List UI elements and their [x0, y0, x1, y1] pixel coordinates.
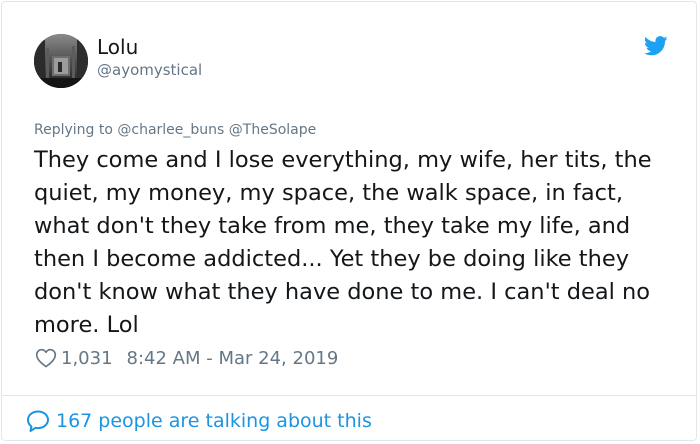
conversation-label[interactable]: 167 people are talking about this	[56, 410, 372, 432]
mention-link[interactable]: @charlee_buns	[117, 122, 224, 138]
twitter-bird-icon[interactable]	[644, 36, 668, 56]
tweet-meta: 1,031 8:42 AM - Mar 24, 2019	[35, 345, 338, 371]
tweet-card: Lolu @ayomystical Replying to @charlee_b…	[1, 1, 697, 441]
heart-icon[interactable]	[35, 348, 57, 368]
speech-bubble-icon	[27, 410, 49, 432]
divider	[2, 395, 696, 396]
display-name[interactable]: Lolu	[97, 35, 138, 59]
replying-to: Replying to @charlee_buns @TheSolape	[34, 121, 316, 139]
timestamp[interactable]: 8:42 AM - Mar 24, 2019	[127, 348, 339, 369]
tweet-text: They come and I lose everything, my wife…	[34, 147, 652, 338]
conversation-link[interactable]: 167 people are talking about this	[26, 407, 372, 435]
mention-link[interactable]: @TheSolape	[229, 122, 316, 138]
avatar-image	[34, 34, 88, 88]
replying-prefix: Replying to	[34, 122, 113, 138]
avatar[interactable]	[34, 34, 88, 88]
username-handle[interactable]: @ayomystical	[97, 60, 202, 80]
like-count[interactable]: 1,031	[61, 348, 113, 369]
